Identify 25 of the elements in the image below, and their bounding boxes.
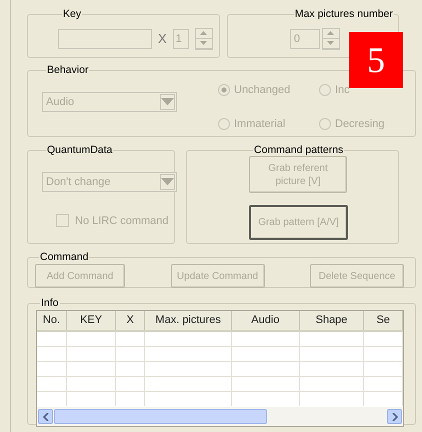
column-header[interactable]: Se (364, 311, 403, 330)
step-badge: 5 (349, 32, 403, 88)
column-header[interactable]: Shape (300, 311, 364, 330)
radio-label: Inc (335, 84, 350, 96)
group-label: QuantumData (46, 144, 114, 156)
scroll-left-icon[interactable] (38, 409, 53, 424)
group-label: Command (39, 251, 90, 263)
checkbox-label: No LIRC command (75, 214, 169, 226)
horizontal-scrollbar[interactable] (37, 407, 403, 426)
radio-label: Immaterial (234, 118, 286, 130)
column-header[interactable]: Audio (232, 311, 300, 330)
group-label: Behavior (46, 64, 90, 76)
group-label: Command patterns (253, 144, 344, 156)
scroll-thumb[interactable] (54, 409, 267, 424)
column-header[interactable]: Max. pictures (145, 311, 232, 330)
column-header[interactable]: No. (37, 311, 67, 330)
radio-label: Decresing (335, 118, 385, 130)
column-header[interactable]: X (116, 311, 146, 330)
multiply-sign: X (158, 31, 167, 46)
column-header[interactable]: KEY (66, 311, 116, 330)
group-label: Max pictures number (294, 8, 394, 20)
group-label: Key (62, 8, 82, 20)
radio-label: Unchanged (234, 84, 290, 96)
scroll-right-icon[interactable] (387, 409, 402, 424)
group-label: Info (40, 297, 60, 309)
